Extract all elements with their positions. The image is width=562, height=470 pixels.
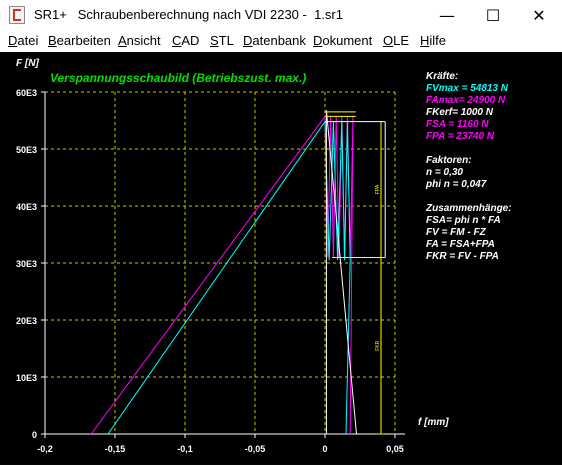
y-tick-label: 20E3 [16,316,37,326]
fkr-dimension-label: FKR [375,340,381,350]
equation-fkr: FKR = FV - FPA [426,251,499,262]
x-tick-label: -0,05 [245,444,266,454]
menu-bearbeiten[interactable]: Bearbeiten [48,33,111,48]
fvmax-value: FVmax = 54813 N [426,83,508,94]
chart-title: Verspannungsschaubild (Betriebszust. max… [50,71,306,85]
faktoren-title: Faktoren: [426,155,472,166]
equation-fa: FA = FSA+FPA [426,239,495,250]
menu-cad[interactable]: CAD [172,33,199,48]
menu-stl[interactable]: STL [210,33,234,48]
fkerf-value: FKerf= 1000 N [426,107,493,118]
kraefte-title: Kräfte: [426,71,459,82]
app-name: SR1+ [34,7,67,22]
close-button[interactable]: ✕ [516,0,562,30]
x-axis-label: f [mm] [418,417,449,428]
zusammenhaenge-title: Zusammenhänge: [426,203,512,214]
x-tick-label: 0,05 [386,444,404,454]
app-icon[interactable] [9,6,25,24]
maximize-icon: ☐ [485,5,501,25]
x-tick-label: 0 [322,444,327,454]
equation-fv: FV = FM - FZ [426,227,486,238]
close-icon: ✕ [532,5,546,25]
menu-hilfe[interactable]: Hilfe [420,33,446,48]
phi-n-value: phi n = 0,047 [426,179,487,190]
minimize-icon: — [439,5,455,25]
menu-datei[interactable]: Datei [8,33,38,48]
x-tick-label: -0,15 [105,444,126,454]
y-tick-label: 60E3 [16,88,37,98]
file-name: 1.sr1 [314,7,343,22]
y-axis-label: F [N] [16,58,39,69]
y-tick-label: 30E3 [16,259,37,269]
menu-bar: Datei Bearbeiten Ansicht CAD STL Datenba… [0,30,562,52]
program-title: Schraubenberechnung nach VDI 2230 [77,7,299,22]
x-tick-label: -0,1 [177,444,193,454]
menu-ansicht[interactable]: Ansicht [118,33,161,48]
y-tick-label: 50E3 [16,145,37,155]
chart-canvas: -0,2 -0,15 -0,1 -0,05 0 0,05 0 10E3 20E3 30E3 40E3… [0,52,562,465]
title-bar: SR1+ Schraubenberechnung nach VDI 2230 -… [0,0,562,30]
fsa-value: FSA = 1160 N [426,119,489,130]
series-line-1 [107,120,351,435]
equation-fsa: FSA= phi n * FA [426,215,501,226]
menu-dokument[interactable]: Dokument [313,33,372,48]
y-tick-label: 0 [32,430,37,440]
y-tick-label: 40E3 [16,202,37,212]
fpa-value: FPA = 23740 N [426,131,495,142]
force-levels: FPA FKR [325,111,386,435]
tick-labels: -0,2 -0,15 -0,1 -0,05 0 0,05 0 10E3 20E3 30E3 40E3… [16,88,404,454]
series-line-0 [90,114,354,435]
series [90,110,357,435]
menu-ole[interactable]: OLE [383,33,409,48]
maximize-button[interactable]: ☐ [470,0,516,30]
window-title: SR1+ Schraubenberechnung nach VDI 2230 -… [34,7,343,22]
menu-datenbank[interactable]: Datenbank [243,33,306,48]
fpa-dimension-label: FPA [375,184,381,194]
y-tick-label: 10E3 [16,373,37,383]
famax-value: FAmax= 24900 N [426,95,506,106]
n-value: n = 0,30 [426,167,463,178]
x-tick-label: -0,2 [37,444,53,454]
minimize-button[interactable]: — [424,0,470,30]
